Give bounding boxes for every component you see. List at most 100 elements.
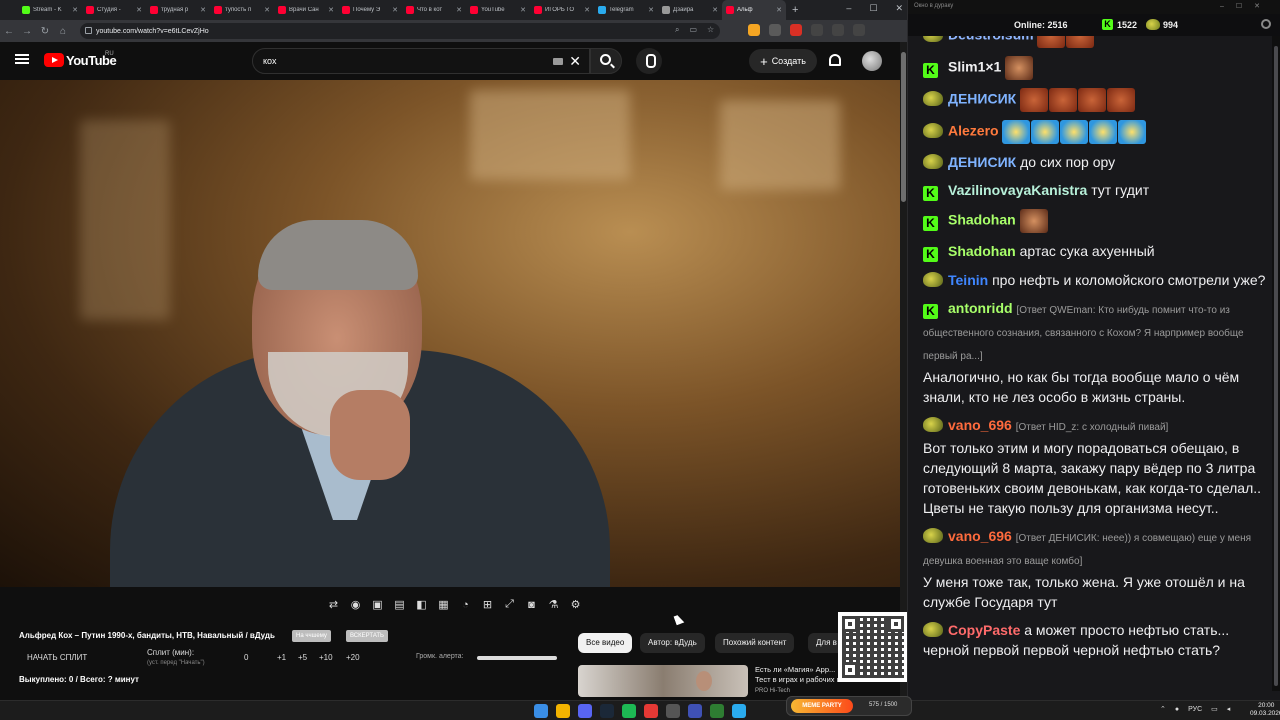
extension-icon[interactable]	[748, 24, 760, 36]
chat-username[interactable]: VazilinovayaKanistra	[948, 182, 1087, 198]
browser-tab[interactable]: ИГОРЬ ГО ✕	[530, 0, 594, 20]
chat-scrollbar[interactable]	[1272, 36, 1280, 691]
youtube-logo-icon[interactable]	[44, 53, 64, 67]
app-icon[interactable]	[688, 704, 702, 718]
emote-icon[interactable]	[1066, 36, 1095, 48]
site-info-icon[interactable]	[85, 27, 92, 34]
chip-similar[interactable]: Похожий контент	[715, 633, 795, 653]
emote-icon[interactable]	[1037, 36, 1066, 48]
keyboard-icon[interactable]	[553, 58, 563, 65]
tab-close-icon[interactable]: ✕	[776, 6, 782, 14]
chat-username[interactable]: Alezero	[948, 123, 999, 139]
recommended-thumbnail[interactable]	[578, 665, 748, 697]
reply-context[interactable]: [Ответ HID_z: с холодный пивай]	[1016, 422, 1169, 433]
browser-tab[interactable]: Telegram ✕	[594, 0, 658, 20]
chat-username[interactable]: Slim1×1	[948, 59, 1001, 75]
search-button[interactable]	[590, 48, 622, 74]
reload-icon[interactable]: ↻	[36, 26, 54, 37]
start-icon[interactable]	[534, 704, 548, 718]
meme-party-widget[interactable]: MEME PARTY 575 / 1500	[786, 696, 912, 716]
clear-search-icon[interactable]: ✕	[569, 49, 581, 73]
tab-close-icon[interactable]: ✕	[456, 6, 462, 14]
volume-icon[interactable]: ◂	[1227, 705, 1231, 713]
tag-pill[interactable]: На ччшему	[292, 630, 331, 642]
subtitles-icon[interactable]: ▦	[435, 596, 452, 613]
spotify-icon[interactable]	[622, 704, 636, 718]
telegram-icon[interactable]	[732, 704, 746, 718]
back-icon[interactable]: ←	[0, 26, 18, 37]
picture-in-picture-icon[interactable]: ◧	[413, 596, 430, 613]
chat-username[interactable]: antonridd	[948, 300, 1013, 316]
browser-tab[interactable]: Альф ✕	[722, 0, 786, 20]
profile-icon[interactable]	[853, 24, 865, 36]
tab-close-icon[interactable]: ✕	[584, 6, 590, 14]
browser-tab[interactable]: Почему Э ✕	[338, 0, 402, 20]
chat-username[interactable]: vano_696	[948, 417, 1012, 433]
chrome-icon[interactable]	[556, 704, 570, 718]
chat-settings-icon[interactable]	[1261, 19, 1271, 29]
app-icon[interactable]	[710, 704, 724, 718]
chat-username[interactable]: CopyPaste	[948, 622, 1020, 638]
url-field[interactable]: youtube.com/watch?v=e6tLCevZjHo	[80, 23, 720, 39]
page-scrollbar[interactable]	[900, 42, 907, 697]
browser-tab[interactable]: Дзайра ✕	[658, 0, 722, 20]
chat-scrollbar-thumb[interactable]	[1274, 46, 1278, 686]
chat-username[interactable]: Deustroisum	[948, 36, 1034, 43]
split-value-0[interactable]: 0	[244, 653, 248, 662]
network-icon[interactable]: ▭	[1211, 705, 1218, 713]
tab-close-icon[interactable]: ✕	[200, 6, 206, 14]
notifications-bell-icon[interactable]	[829, 54, 841, 66]
split-add-20[interactable]: +20	[346, 653, 360, 662]
emote-icon[interactable]	[1060, 120, 1089, 144]
gear-icon[interactable]: ⚙	[567, 596, 584, 613]
chat-username[interactable]: Teinin	[948, 272, 988, 288]
loop-icon[interactable]: ⇄	[325, 596, 342, 613]
start-split-button[interactable]: НАЧАТЬ СПЛИТ	[27, 653, 87, 662]
chat-username[interactable]: Shadohan	[948, 243, 1016, 259]
split-add-10[interactable]: +10	[319, 653, 333, 662]
tab-close-icon[interactable]: ✕	[136, 6, 142, 14]
new-tab-icon[interactable]: +	[792, 4, 798, 16]
tab-close-icon[interactable]: ✕	[72, 6, 78, 14]
chip-author[interactable]: Автор: вДудь	[640, 633, 705, 653]
tray-mic-icon[interactable]: ●	[1175, 706, 1179, 713]
add-frame-icon[interactable]: ⊞	[479, 596, 496, 613]
browser-tab[interactable]: YouTube ✕	[466, 0, 530, 20]
tab-close-icon[interactable]: ✕	[712, 6, 718, 14]
minimize-icon[interactable]: –	[846, 3, 851, 14]
emote-icon[interactable]	[1031, 120, 1060, 144]
app-icon[interactable]	[666, 704, 680, 718]
emote-icon[interactable]	[1020, 88, 1049, 112]
browser-tab[interactable]: тупость п ✕	[210, 0, 274, 20]
chat-username[interactable]: Shadohan	[948, 212, 1016, 228]
maximize-icon[interactable]: ☐	[869, 3, 877, 14]
recommended-channel[interactable]: PRO Hi-Tech	[755, 688, 790, 694]
tab-close-icon[interactable]: ✕	[328, 6, 334, 14]
emote-icon[interactable]	[1019, 209, 1048, 233]
chat-username[interactable]: ДЕНИСИК	[948, 91, 1016, 107]
screenshot-settings-icon[interactable]: ▣	[369, 596, 386, 613]
extension-icon[interactable]	[769, 24, 781, 36]
recommended-title[interactable]: Есть ли «Магия» Арр... Тест в играх и ра…	[755, 665, 850, 685]
flask-icon[interactable]: ⚗	[545, 596, 562, 613]
chip-all-videos[interactable]: Все видео	[578, 633, 633, 653]
emote-icon[interactable]	[1005, 56, 1034, 80]
zoom-icon[interactable]: ⌕	[675, 25, 679, 35]
expand-icon[interactable]: ⤢	[501, 596, 518, 613]
voice-search-icon[interactable]	[636, 48, 662, 74]
obs-icon[interactable]	[644, 704, 658, 718]
avatar[interactable]	[862, 51, 882, 71]
emote-icon[interactable]	[1002, 120, 1031, 144]
tag-pill[interactable]: ВСКЕРТАТЬ	[346, 630, 388, 642]
browser-tab[interactable]: Студия - ✕	[82, 0, 146, 20]
split-add-5[interactable]: +5	[298, 653, 307, 662]
home-icon[interactable]: ⌂	[54, 26, 72, 37]
speed-icon[interactable]: ◔	[457, 596, 474, 613]
tab-close-icon[interactable]: ✕	[264, 6, 270, 14]
video-player[interactable]	[0, 80, 900, 587]
tab-close-icon[interactable]: ✕	[392, 6, 398, 14]
cast-icon[interactable]: ▭	[689, 25, 697, 35]
forward-icon[interactable]: →	[18, 26, 36, 37]
search-input[interactable]: кох ✕	[252, 48, 590, 74]
emote-icon[interactable]	[1118, 120, 1147, 144]
